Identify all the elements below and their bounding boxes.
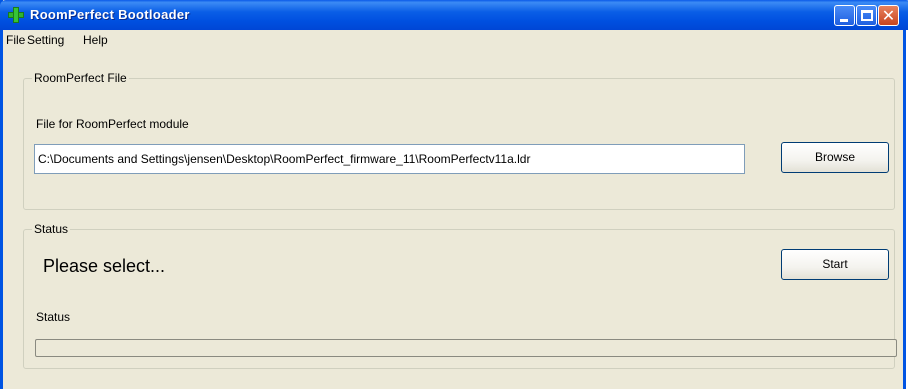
- app-window: RoomPerfect Bootloader ✕ File Setting He…: [0, 0, 908, 389]
- menu-file[interactable]: File: [6, 33, 25, 47]
- file-path-input[interactable]: C:\Documents and Settings\jensen\Desktop…: [34, 144, 745, 174]
- menu-help[interactable]: Help: [83, 33, 108, 47]
- browse-button[interactable]: Browse: [781, 142, 889, 173]
- file-group-legend: RoomPerfect File: [32, 71, 129, 85]
- close-button[interactable]: ✕: [878, 5, 899, 26]
- menu-bar: File Setting Help: [3, 30, 903, 50]
- status-message: Please select...: [43, 256, 166, 276]
- file-label: File for RoomPerfect module: [36, 117, 189, 131]
- window-title: RoomPerfect Bootloader: [30, 7, 190, 22]
- minimize-icon: [840, 19, 848, 22]
- status-group: Status Please select... Start Status: [23, 222, 897, 369]
- maximize-icon: [861, 10, 873, 21]
- close-icon: ✕: [881, 6, 896, 25]
- start-button[interactable]: Start: [781, 249, 889, 280]
- status-label: Status: [36, 310, 71, 324]
- menu-setting[interactable]: Setting: [27, 33, 64, 47]
- progress-bar: [35, 339, 897, 357]
- title-bar[interactable]: RoomPerfect Bootloader ✕: [0, 0, 908, 30]
- roomperfect-file-group: RoomPerfect File File for RoomPerfect mo…: [23, 71, 895, 210]
- maximize-button[interactable]: [856, 5, 877, 26]
- status-group-legend: Status: [32, 222, 71, 236]
- minimize-button[interactable]: [834, 5, 855, 26]
- app-plus-icon: [8, 7, 24, 23]
